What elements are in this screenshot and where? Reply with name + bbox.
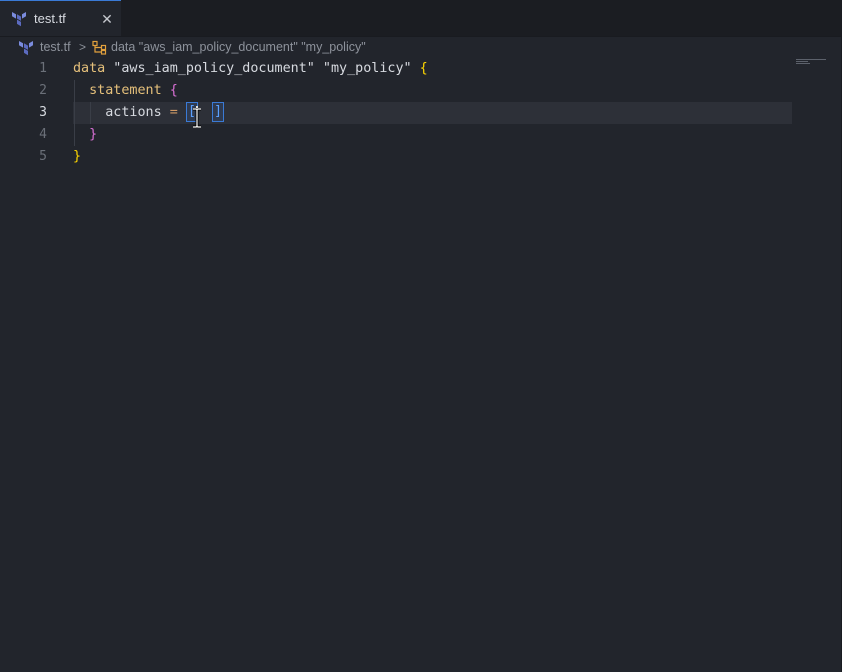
brace-token: { [419, 61, 428, 76]
terraform-icon [12, 12, 26, 27]
keyword-token: statement [89, 83, 162, 98]
bracket-match-close: ] [211, 102, 224, 122]
minimap-line [796, 61, 808, 62]
breadcrumb-symbol[interactable]: data "aws_iam_policy_document" "my_polic… [111, 37, 366, 58]
symbol-structure-icon [92, 40, 107, 55]
ibeam-cursor-icon [193, 108, 201, 128]
minimap[interactable] [796, 58, 832, 78]
code-line-1: data "aws_iam_policy_document" "my_polic… [73, 58, 428, 80]
close-icon[interactable]: ✕ [99, 11, 115, 27]
code-line-5: } [73, 146, 81, 168]
breadcrumb: test.tf > data "aws_iam_policy_document"… [0, 37, 842, 58]
keyword-token: data [73, 61, 106, 76]
line-number: 2 [39, 83, 47, 98]
code-editor[interactable]: 1 2 3 4 5 data "aws_iam_policy_document"… [0, 58, 842, 672]
attribute-token: actions [105, 105, 162, 120]
tab-test-tf[interactable]: test.tf ✕ [0, 0, 121, 36]
code-line-2: statement { [73, 80, 178, 102]
tab-label: test.tf [34, 11, 66, 26]
operator-token: = [161, 105, 186, 120]
brace-token: } [73, 149, 82, 164]
terraform-icon [19, 41, 33, 56]
breadcrumb-file[interactable]: test.tf [40, 37, 71, 58]
line-number-active: 3 [39, 105, 47, 120]
chevron-right-icon: > [79, 40, 87, 54]
brace-token: { [169, 83, 178, 98]
tab-bar: test.tf ✕ [0, 0, 842, 37]
line-number: 1 [39, 61, 47, 76]
line-number: 4 [39, 127, 47, 142]
minimap-line [796, 59, 826, 60]
minimap-line [796, 63, 810, 64]
line-number: 5 [39, 149, 47, 164]
code-line-4: } [73, 124, 97, 146]
editor-window: test.tf ✕ test.tf > data "aws_iam_policy… [0, 0, 842, 672]
brace-token: } [89, 127, 98, 142]
string-token: "aws_iam_policy_document" "my_policy" [105, 61, 420, 76]
